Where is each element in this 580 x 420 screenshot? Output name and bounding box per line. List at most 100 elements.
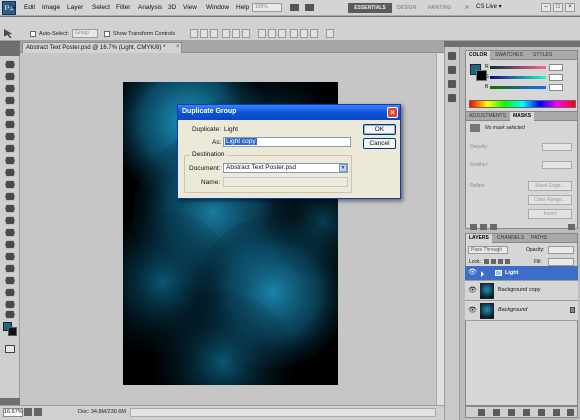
tab-layers[interactable]: LAYERS — [466, 234, 492, 243]
align-vertical-center-icon[interactable] — [200, 29, 208, 38]
path-selection-tool-icon[interactable] — [4, 252, 16, 261]
distribute-top-icon[interactable] — [258, 29, 266, 38]
history-brush-tool-icon[interactable] — [4, 168, 16, 177]
dialog-close-button[interactable]: × — [387, 107, 398, 118]
clone-stamp-tool-icon[interactable] — [4, 156, 16, 165]
link-layers-icon[interactable] — [478, 409, 485, 416]
gradient-tool-icon[interactable] — [4, 192, 16, 201]
visibility-icon[interactable] — [490, 224, 497, 230]
arrange-documents-icon[interactable] — [290, 4, 299, 11]
show-transform-controls-checkbox[interactable] — [104, 31, 110, 37]
document-tab[interactable]: Abstract Text Poster.psd @ 16.7% (Light,… — [22, 42, 182, 53]
align-bottom-icon[interactable] — [210, 29, 218, 38]
eyedropper-tool-icon[interactable] — [4, 120, 16, 129]
menu-file[interactable]: File — [6, 4, 16, 11]
eraser-tool-icon[interactable] — [4, 180, 16, 189]
tab-styles[interactable]: STYLES — [530, 51, 555, 60]
blur-tool-icon[interactable] — [4, 204, 16, 213]
close-tab-icon[interactable]: × — [176, 44, 180, 50]
menu-filter[interactable]: Filter — [116, 4, 130, 11]
eye-icon[interactable]: 👁 — [468, 287, 477, 295]
eye-icon[interactable]: 👁 — [468, 269, 477, 277]
move-tool-icon[interactable] — [4, 60, 16, 69]
menu-3d[interactable]: 3D — [168, 4, 176, 11]
3d-orbit-tool-icon[interactable] — [4, 288, 16, 297]
actions-panel-icon[interactable] — [448, 66, 456, 74]
pen-tool-icon[interactable] — [4, 228, 16, 237]
lasso-tool-icon[interactable] — [4, 84, 16, 93]
expand-arrow-icon[interactable] — [481, 271, 484, 277]
red-slider[interactable] — [490, 66, 546, 69]
lock-image-icon[interactable] — [491, 259, 496, 264]
tab-paths[interactable]: PATHS — [528, 234, 550, 243]
workspace-painting-button[interactable]: PAINTING — [428, 3, 451, 13]
menu-edit[interactable]: Edit — [24, 4, 35, 11]
maximize-button[interactable]: □ — [553, 3, 563, 12]
horizontal-scrollbar[interactable] — [130, 408, 436, 417]
opacity-field[interactable] — [548, 246, 574, 254]
tab-channels[interactable]: CHANNELS — [494, 234, 527, 243]
menu-analysis[interactable]: Analysis — [138, 4, 162, 11]
layer-row-background-copy[interactable]: 👁 Background copy — [465, 281, 578, 301]
auto-select-checkbox[interactable] — [30, 31, 36, 37]
apply-mask-icon[interactable] — [480, 224, 487, 230]
delete-mask-icon[interactable] — [568, 224, 575, 230]
auto-select-target-select[interactable]: Group — [72, 29, 98, 38]
layer-row-background[interactable]: 👁 Background — [465, 301, 578, 321]
quick-selection-tool-icon[interactable] — [4, 96, 16, 105]
minimize-button[interactable]: – — [541, 3, 551, 12]
document-size-info[interactable]: Doc: 34.8M/230.6M — [78, 409, 126, 415]
invert-button[interactable]: Invert — [528, 209, 572, 219]
document-select[interactable]: Abstract Text Poster.psd — [223, 163, 348, 173]
menu-layer[interactable]: Layer — [67, 4, 83, 11]
tool-icon[interactable] — [24, 408, 32, 416]
as-name-input[interactable]: Light copy — [223, 137, 351, 147]
lock-position-icon[interactable] — [498, 259, 503, 264]
eye-icon[interactable]: 👁 — [468, 307, 477, 315]
crop-tool-icon[interactable] — [4, 108, 16, 117]
align-right-icon[interactable] — [242, 29, 250, 38]
new-group-icon[interactable] — [538, 409, 545, 416]
blend-mode-select[interactable]: Pass Through — [468, 246, 508, 254]
feather-field[interactable] — [542, 161, 572, 169]
screen-mode-icon[interactable] — [305, 4, 314, 11]
zoom-level-select[interactable]: 100% — [252, 3, 282, 12]
mask-edge-button[interactable]: Mask Edge... — [528, 181, 572, 191]
workspace-design-button[interactable]: DESIGN — [397, 3, 416, 13]
align-horizontal-center-icon[interactable] — [232, 29, 240, 38]
vertical-scrollbar[interactable] — [436, 53, 444, 405]
delete-layer-icon[interactable] — [567, 409, 574, 416]
menu-view[interactable]: View — [183, 4, 197, 11]
layer-style-icon[interactable] — [493, 409, 500, 416]
marquee-tool-icon[interactable] — [4, 72, 16, 81]
quick-mask-icon[interactable] — [5, 345, 15, 353]
tab-adjustments[interactable]: ADJUSTMENTS — [466, 112, 509, 121]
menu-image[interactable]: Image — [42, 4, 60, 11]
paragraph-panel-icon[interactable] — [448, 94, 456, 102]
color-range-button[interactable]: Color Range... — [528, 195, 572, 205]
align-left-icon[interactable] — [222, 29, 230, 38]
color-spectrum-ramp[interactable] — [469, 100, 576, 108]
workspace-essentials-button[interactable]: ESSENTIALS — [348, 3, 392, 13]
cs-live-button[interactable]: CS Live ▾ — [476, 3, 502, 10]
lock-all-icon[interactable] — [505, 259, 510, 264]
close-window-button[interactable]: × — [565, 3, 575, 12]
more-workspaces-button[interactable]: » — [465, 3, 469, 13]
hand-tool-icon[interactable] — [4, 300, 16, 309]
menu-window[interactable]: Window — [206, 4, 229, 11]
dialog-title-bar[interactable]: Duplicate Group × — [178, 105, 400, 120]
distribute-left-icon[interactable] — [290, 29, 298, 38]
align-top-icon[interactable] — [190, 29, 198, 38]
character-panel-icon[interactable] — [448, 80, 456, 88]
add-mask-icon[interactable] — [508, 409, 515, 416]
tab-masks[interactable]: MASKS — [510, 112, 535, 121]
ok-button[interactable]: OK — [363, 124, 396, 135]
auto-align-layers-icon[interactable] — [326, 29, 334, 38]
load-selection-icon[interactable] — [470, 224, 477, 230]
lock-transparent-icon[interactable] — [484, 259, 489, 264]
zoom-value-field[interactable]: 16.67% — [3, 408, 23, 417]
layer-row-light[interactable]: 👁 Light — [465, 266, 578, 281]
menu-help[interactable]: Help — [236, 4, 249, 11]
red-value-field[interactable] — [549, 64, 563, 71]
history-panel-icon[interactable] — [448, 52, 456, 60]
